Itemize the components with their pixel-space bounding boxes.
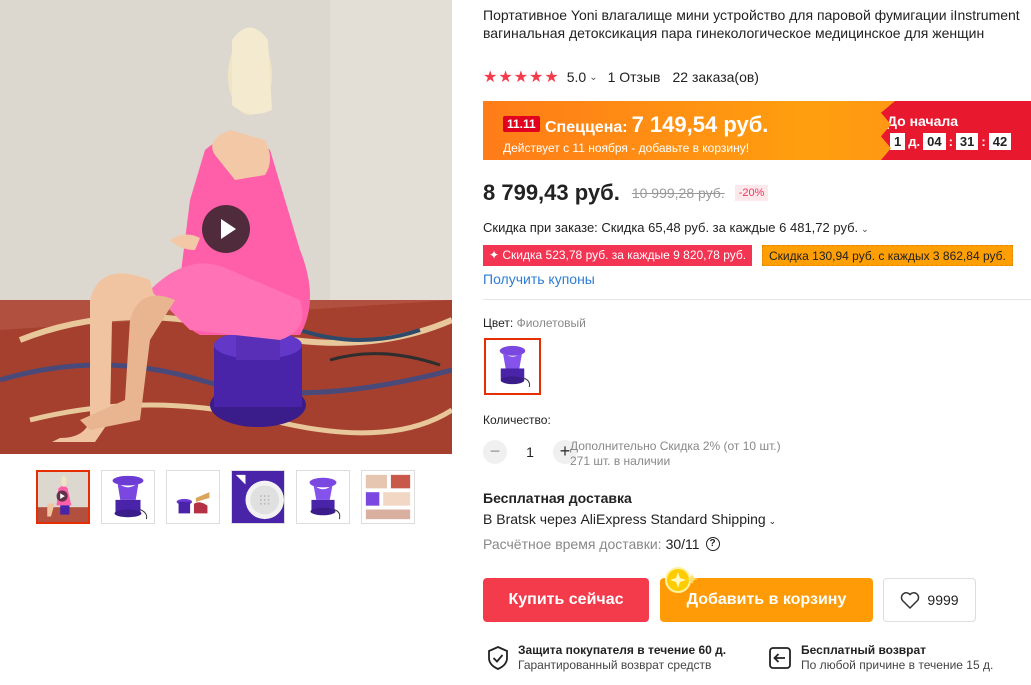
color-label-text: Цвет: <box>483 316 514 330</box>
wishlist-count: 9999 <box>927 592 959 608</box>
discount-badge: -20% <box>734 185 769 201</box>
color-value: Фиолетовый <box>516 316 586 330</box>
chevron-down-icon: ⌄ <box>768 516 777 526</box>
quantity-value[interactable]: 1 <box>507 444 553 460</box>
free-return[interactable]: Бесплатный возврат По любой причине в те… <box>768 643 993 672</box>
get-coupons-link[interactable]: Получить купоны <box>483 271 595 287</box>
coupon-red[interactable]: ✦ Скидка 523,78 руб. за каждые 9 820,78 … <box>483 245 753 266</box>
rating-score[interactable]: 5.0 <box>567 69 586 85</box>
original-price: 10 999,28 руб. <box>631 185 725 201</box>
divider <box>483 299 1031 300</box>
buy-now-button[interactable]: Купить сейчас <box>483 578 649 622</box>
delivery-estimate-label: Расчётное время доставки: <box>483 536 662 552</box>
thumbnail-steamer-with-towel[interactable] <box>166 470 220 524</box>
shipping-method-text: В Bratsk через AliExpress Standard Shipp… <box>483 511 766 527</box>
delivery-estimate: Расчётное время доставки: 30/11 ? <box>483 536 720 552</box>
main-product-image[interactable] <box>0 0 452 454</box>
buyer-protection[interactable]: Защита покупателя в течение 60 д. Гарант… <box>487 643 726 672</box>
thumbnail-info-collage[interactable] <box>361 470 415 524</box>
quantity-info: Дополнительно Скидка 2% (от 10 шт.) 271 … <box>570 439 781 469</box>
rating-row: ★★★★★ 5.0 ⌄ 1 Отзыв 22 заказа(ов) <box>483 68 759 86</box>
rating-stars-icon: ★★★★★ <box>483 69 560 86</box>
chevron-down-icon: ⌄ <box>861 224 869 234</box>
countdown-hours: 04 <box>923 133 946 150</box>
countdown-title: До начала <box>887 113 959 129</box>
buyer-protection-title: Защита покупателя в течение 60 д. <box>518 643 727 657</box>
free-return-subtitle: По любой причине в течение 15 д. <box>801 658 994 672</box>
thumbnail-steamer-front[interactable] <box>101 470 155 524</box>
product-title: Портативное Yoni влагалище мини устройст… <box>483 7 1020 41</box>
thumbnail-steamer-lid[interactable] <box>231 470 285 524</box>
reviews-link[interactable]: 1 Отзыв <box>608 69 661 85</box>
countdown-days: 1 <box>890 133 906 150</box>
add-to-cart-button[interactable]: Добавить в корзину <box>660 578 873 622</box>
color-option-purple[interactable] <box>484 338 541 395</box>
thumbnail-woman-sitting[interactable] <box>36 470 90 524</box>
quantity-label: Количество: <box>483 413 551 427</box>
quantity-stepper: − 1 + <box>483 440 577 464</box>
quantity-minus-button[interactable]: − <box>483 440 507 464</box>
play-video-button[interactable] <box>202 205 250 253</box>
wishlist-button[interactable]: 9999 <box>883 578 976 622</box>
free-return-title: Бесплатный возврат <box>801 643 927 657</box>
special-price-amount: 7 149,54 руб. <box>631 112 769 137</box>
heart-icon <box>901 592 920 609</box>
help-icon[interactable]: ? <box>705 537 720 551</box>
current-price: 8 799,43 руб. <box>483 180 620 205</box>
countdown-minutes: 31 <box>955 133 979 150</box>
shipping-title: Бесплатная доставка <box>483 490 632 506</box>
buyer-protection-subtitle: Гарантированный возврат средств <box>518 658 712 672</box>
chevron-down-icon[interactable]: ⌄ <box>589 72 597 83</box>
shield-check-icon <box>488 646 508 670</box>
delivery-estimate-date: 30/11 <box>665 536 700 552</box>
promo-banner: 11.11 Спеццена: 7 149,54 руб. Действует с… <box>483 101 1031 160</box>
extra-discount-text: Дополнительно Скидка 2% (от 10 шт.) <box>570 439 781 453</box>
order-discount-text: Скидка при заказе: Скидка 65,48 руб. за … <box>483 220 859 235</box>
sale-badge: 11.11 <box>503 116 540 132</box>
promo-note: Действует с 11 ноября - добавьте в корзи… <box>503 141 750 155</box>
countdown-values: 1 д. 04: 31: 42 <box>887 133 1014 150</box>
thumbnail-steamer-purple[interactable] <box>296 470 350 524</box>
order-discount[interactable]: Скидка при заказе: Скидка 65,48 руб. за … <box>483 220 869 235</box>
stock-text: 271 шт. в наличии <box>570 454 671 468</box>
coupon-orange[interactable]: Скидка 130,94 руб. с каждых 3 862,84 руб… <box>762 245 1013 266</box>
shipping-method[interactable]: В Bratsk через AliExpress Standard Shipp… <box>483 511 776 527</box>
countdown-timer: До начала 1 д. 04: 31: 42 <box>881 101 1031 160</box>
countdown-seconds: 42 <box>988 133 1012 150</box>
return-icon <box>769 647 791 669</box>
countdown-days-unit: д. <box>908 134 921 149</box>
orders-count: 22 заказа(ов) <box>672 69 759 85</box>
special-price-label: Спеццена: <box>545 119 628 136</box>
product-page: Портативное Yoni влагалище мини устройст… <box>0 0 1031 685</box>
special-price: Спеццена: 7 149,54 руб. <box>545 112 768 138</box>
color-label: Цвет: Фиолетовый <box>483 316 586 330</box>
price-block: 8 799,43 руб. 10 999,28 руб. -20% <box>483 180 769 206</box>
